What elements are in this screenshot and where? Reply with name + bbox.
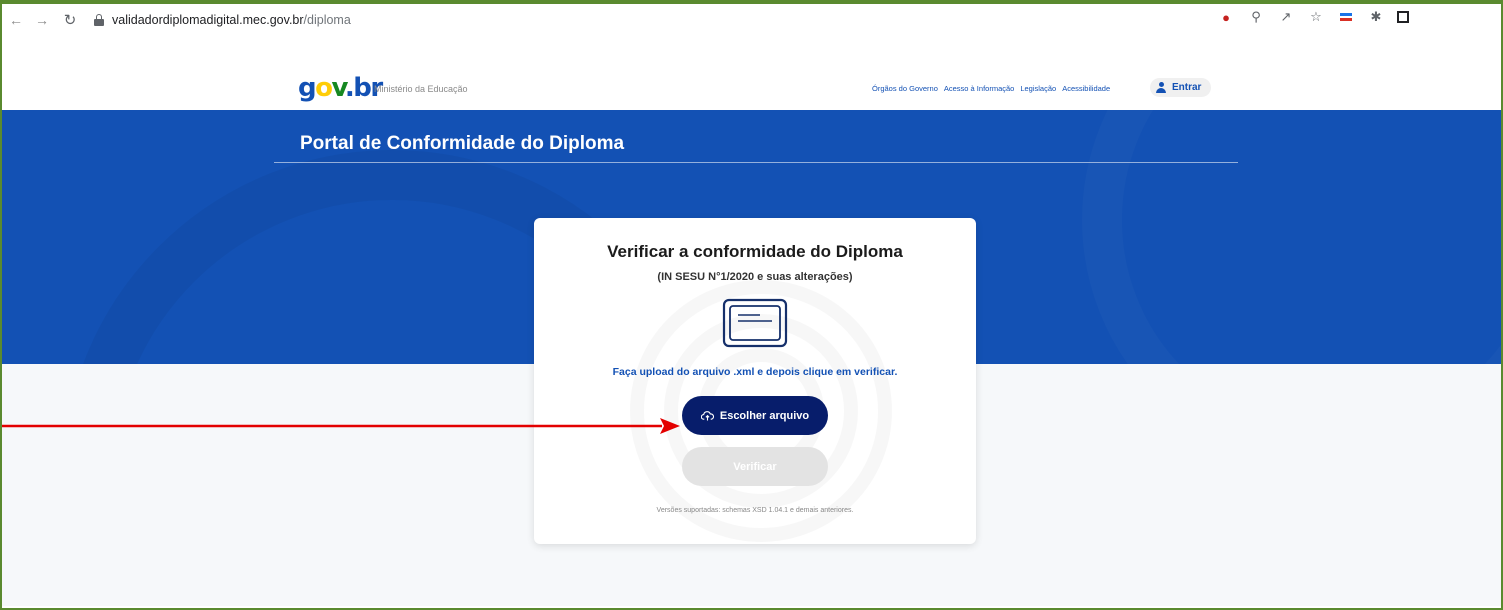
browser-action-icons: ● ⚲ ↗ ☆ ✱ xyxy=(1217,8,1409,26)
supported-versions-note: Versões suportadas: schemas XSD 1.04.1 e… xyxy=(656,507,854,514)
choose-file-button[interactable]: Escolher arquivo xyxy=(682,396,828,435)
gov-header: gov.br Ministério da Educação Órgãos do … xyxy=(2,66,1501,110)
annotation-arrow xyxy=(0,418,680,434)
url-text[interactable]: validadordiplomadigital.mec.gov.br/diplo… xyxy=(112,13,351,27)
ministry-name: Ministério da Educação xyxy=(374,84,468,94)
certificate-icon xyxy=(722,298,788,348)
browser-toolbar: ← → ↻ validadordiplomadigital.mec.gov.br… xyxy=(2,4,1501,36)
screenshot-frame-top xyxy=(0,0,1503,4)
logo-letter-v: v xyxy=(331,73,347,103)
govbr-logo[interactable]: gov.br xyxy=(298,75,383,101)
card-title: Verificar a conformidade do Diploma xyxy=(607,242,903,261)
reload-icon[interactable]: ↻ xyxy=(60,10,80,30)
url-path: /diploma xyxy=(303,13,351,27)
link-acessibilidade[interactable]: Acessibilidade xyxy=(1062,84,1110,93)
logo-dot: . xyxy=(344,73,355,103)
zoom-icon[interactable]: ⚲ xyxy=(1247,8,1265,26)
url-host: validadordiplomadigital.mec.gov.br xyxy=(112,13,304,27)
extension-icon[interactable]: ● xyxy=(1217,8,1235,26)
logo-letter-g: g xyxy=(298,73,317,103)
title-divider xyxy=(274,162,1238,163)
verification-card: Verificar a conformidade do Diploma (IN … xyxy=(534,218,976,544)
address-bar[interactable]: validadordiplomadigital.mec.gov.br/diplo… xyxy=(94,9,351,31)
verify-label: Verificar xyxy=(733,460,777,473)
logo-letter-b: b xyxy=(353,73,372,103)
back-icon[interactable]: ← xyxy=(6,10,26,30)
user-icon xyxy=(1156,82,1166,93)
forward-icon[interactable]: → xyxy=(32,10,52,30)
lock-icon xyxy=(94,14,104,26)
verify-button[interactable]: Verificar xyxy=(682,447,828,486)
flag-icon[interactable] xyxy=(1340,13,1352,21)
link-acesso-informacao[interactable]: Acesso à Informação xyxy=(944,84,1014,93)
page-title: Portal de Conformidade do Diploma xyxy=(300,133,625,154)
bookmark-star-icon[interactable]: ☆ xyxy=(1307,8,1325,26)
upload-instruction: Faça upload do arquivo .xml e depois cli… xyxy=(612,366,898,378)
link-legislacao[interactable]: Legislação xyxy=(1020,84,1056,93)
link-orgaos-governo[interactable]: Órgãos do Governo xyxy=(872,84,938,93)
card-subtitle: (IN SESU N°1/2020 e suas alterações) xyxy=(657,271,853,283)
choose-file-label: Escolher arquivo xyxy=(719,409,810,422)
login-label: Entrar xyxy=(1172,82,1202,93)
logo-letter-o: o xyxy=(315,73,333,103)
side-panel-icon[interactable] xyxy=(1397,11,1409,23)
login-button[interactable]: Entrar xyxy=(1150,78,1212,97)
puzzle-icon[interactable]: ✱ xyxy=(1367,8,1385,26)
cloud-upload-icon xyxy=(700,411,714,421)
share-icon[interactable]: ↗ xyxy=(1277,8,1295,26)
gov-links: Órgãos do Governo Acesso à Informação Le… xyxy=(872,84,1110,93)
